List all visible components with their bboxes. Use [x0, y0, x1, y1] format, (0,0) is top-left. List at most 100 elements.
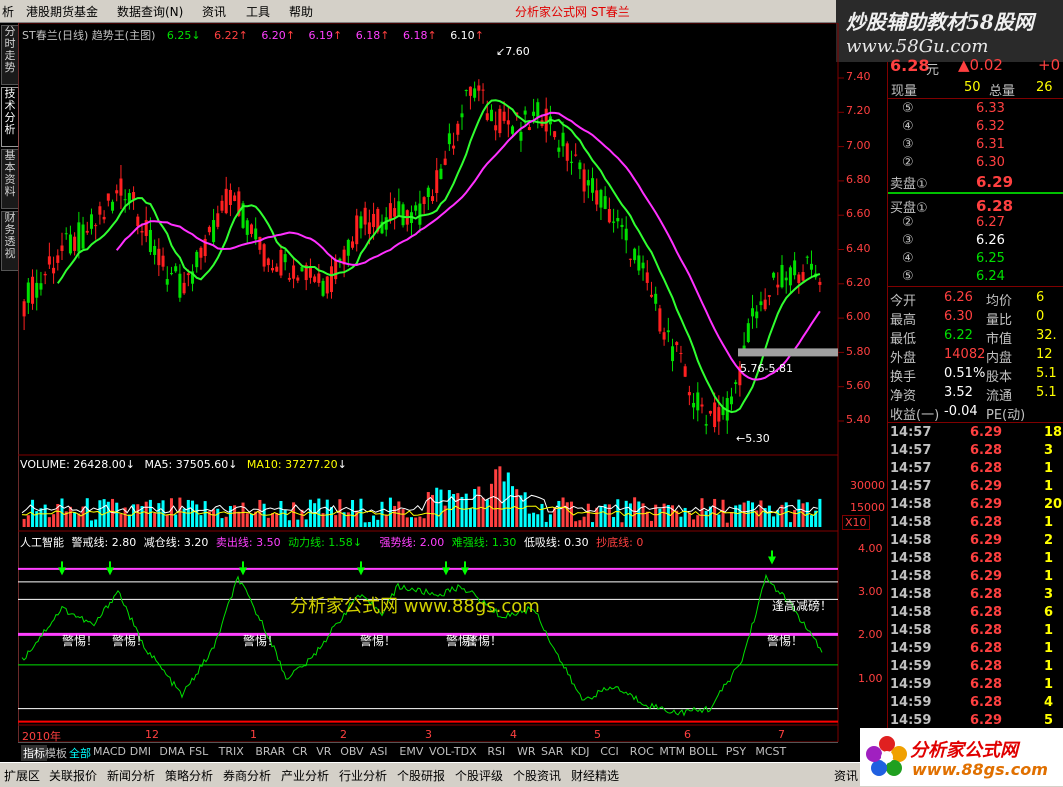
- tick-time: 14:57: [890, 461, 932, 476]
- indicator-tab-22[interactable]: BOLL: [689, 745, 717, 758]
- taskbar-item-8[interactable]: 个股评级: [455, 767, 503, 784]
- volume-bar: [300, 509, 304, 527]
- candle-body: [266, 258, 270, 266]
- candle-body: [254, 228, 258, 240]
- menu-item-tools[interactable]: 工具: [246, 3, 270, 20]
- indicator-tab-13[interactable]: EMV: [399, 745, 423, 758]
- tick-price: 6.28: [970, 515, 1003, 530]
- candle-body: [809, 263, 813, 270]
- indicator-tab-12[interactable]: ASI: [370, 745, 388, 758]
- taskbar-item-1[interactable]: 关联报价: [49, 767, 97, 784]
- indicator-tab-6[interactable]: FSL: [189, 745, 208, 758]
- candle-body: [675, 342, 679, 346]
- candle-body: [426, 187, 430, 197]
- indicator-tab-23[interactable]: PSY: [726, 745, 746, 758]
- taskbar-item-5[interactable]: 产业分析: [281, 767, 329, 784]
- indicator-tab-8[interactable]: BRAR: [255, 745, 285, 758]
- x-label-2: 2: [340, 728, 347, 741]
- volume-bar: [182, 508, 186, 527]
- tick-price: 6.29: [970, 425, 1003, 440]
- indicator-tab-7[interactable]: TRIX: [219, 745, 244, 758]
- price-change: ▲0.02: [958, 56, 1003, 74]
- menu-item-hk-futures[interactable]: 港股期货基金: [26, 3, 98, 20]
- warning-label-2: 警惕！: [112, 634, 149, 648]
- taskbar-item-2[interactable]: 新闻分析: [107, 767, 155, 784]
- taskbar-item-7[interactable]: 个股研报: [397, 767, 445, 784]
- tab-technical[interactable]: 技术分析: [1, 87, 19, 147]
- indicator-tab-4[interactable]: DMI: [130, 745, 151, 758]
- taskbar-item-0[interactable]: 扩展区: [4, 767, 40, 784]
- volume-bar: [633, 497, 637, 527]
- taskbar-item-10[interactable]: 财经精选: [571, 767, 619, 784]
- stat-label-1: 换手: [890, 370, 917, 385]
- watermark: 分析家公式网 www.88gs.com: [290, 596, 540, 617]
- side-tabs: 分时走势 技术分析 基本资料 财务透视: [0, 23, 19, 751]
- taskbar-item-6[interactable]: 行业分析: [339, 767, 387, 784]
- candle-body: [199, 247, 203, 258]
- buy-level-label: ⑤: [902, 269, 914, 284]
- menu-item-data-query[interactable]: 数据查询(N): [117, 3, 183, 20]
- sell-level-2: ② 6.30: [888, 154, 1063, 172]
- candle-body: [43, 273, 47, 276]
- indicator-tab-19[interactable]: CCI: [600, 745, 619, 758]
- candle-body: [52, 267, 56, 274]
- taskbar-item-3[interactable]: 策略分析: [165, 767, 213, 784]
- stat-label-1: 收益(一): [890, 408, 940, 423]
- indicator-tab-5[interactable]: DMA: [159, 745, 185, 758]
- taskbar-item-4[interactable]: 券商分析: [223, 767, 271, 784]
- tab-fundamentals[interactable]: 基本资料: [1, 149, 19, 209]
- candle-body: [612, 221, 616, 223]
- tick-price: 6.29: [970, 479, 1003, 494]
- tick-price: 6.28: [970, 623, 1003, 638]
- volume-bar: [157, 503, 161, 527]
- volume-bar: [666, 504, 670, 527]
- logo-text: 分析家公式网: [910, 740, 1018, 761]
- volume-bar: [498, 466, 502, 527]
- tick-price: 6.28: [970, 443, 1003, 458]
- indicator-tab-3[interactable]: MACD: [93, 745, 126, 758]
- buy-level-label: ②: [902, 215, 914, 230]
- candle-body: [22, 301, 26, 317]
- volume-bar: [165, 514, 169, 527]
- stat-label-1: 最低: [890, 332, 917, 347]
- indicator-tab-24[interactable]: MCST: [755, 745, 786, 758]
- candle-body: [489, 109, 493, 122]
- tick-row: 14:57 6.29 18: [888, 424, 1063, 442]
- indicator-tab-2[interactable]: 全部: [69, 745, 91, 761]
- candle-body: [595, 190, 599, 205]
- tick-price: 6.28: [970, 551, 1003, 566]
- taskbar-item-9[interactable]: 个股资讯: [513, 767, 561, 784]
- indicator-tab-16[interactable]: WR: [517, 745, 536, 758]
- indicator-tab-9[interactable]: CR: [292, 745, 307, 758]
- indicator-tab-17[interactable]: SAR: [541, 745, 563, 758]
- indicator-tab-0[interactable]: 指标: [21, 745, 47, 761]
- menu-item-help[interactable]: 帮助: [289, 3, 313, 20]
- candle-body: [616, 218, 620, 222]
- volume-bar: [557, 500, 561, 527]
- volume-bar: [73, 512, 77, 527]
- indicator-tab-10[interactable]: VR: [316, 745, 331, 758]
- tab-intraday[interactable]: 分时走势: [1, 25, 19, 85]
- tab-financials[interactable]: 财务透视: [1, 211, 19, 271]
- candle-body: [620, 224, 624, 227]
- tick-time: 14:58: [890, 587, 932, 602]
- indicator-tab-14[interactable]: VOL-TDX: [429, 745, 477, 758]
- menu-item-analysis[interactable]: 析: [2, 3, 14, 20]
- buy-price: 6.26: [976, 233, 1005, 248]
- taskbar-item-11[interactable]: 资讯: [834, 767, 858, 784]
- app-title: 分析家公式网 ST春兰: [515, 5, 630, 19]
- indicator-tab-11[interactable]: OBV: [340, 745, 363, 758]
- indicator-tab-21[interactable]: MTM: [659, 745, 685, 758]
- buy-level-4: ④ 6.25: [888, 250, 1063, 268]
- buy-price: 6.28: [976, 197, 1014, 215]
- stat-value-2: 0: [1036, 309, 1045, 324]
- stat-row: 换手 0.51% 股本 5.1: [888, 365, 1063, 385]
- indicator-tab-20[interactable]: ROC: [630, 745, 654, 758]
- candle-body: [212, 220, 216, 243]
- indicator-tab-1[interactable]: 模板: [45, 745, 67, 761]
- indicator-tab-18[interactable]: KDJ: [571, 745, 590, 758]
- menu-item-news[interactable]: 资讯: [202, 3, 226, 20]
- candle-body: [502, 111, 506, 121]
- indicator-tab-15[interactable]: RSI: [487, 745, 505, 758]
- param-power: 动力线: 1.58: [288, 536, 353, 549]
